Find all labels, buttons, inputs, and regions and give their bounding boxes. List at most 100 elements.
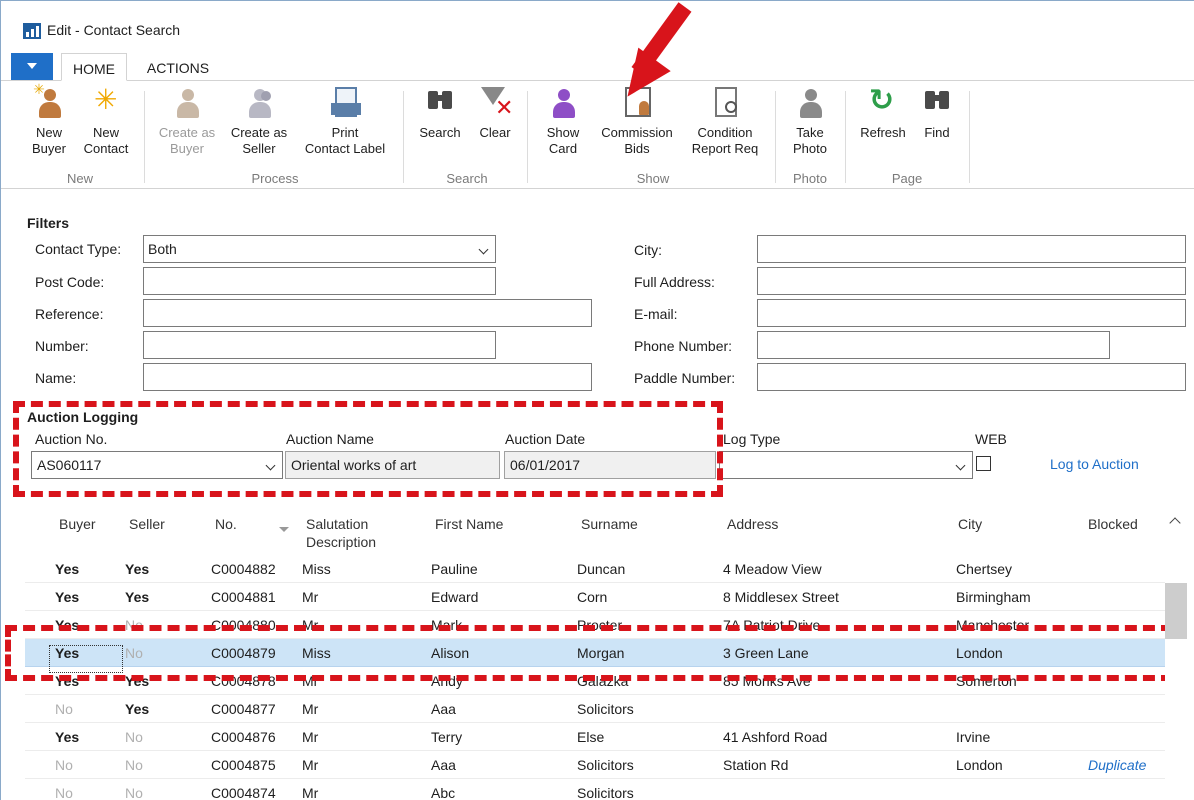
create-as-buyer-button[interactable]: Create as Buyer — [155, 81, 219, 157]
col-header-salutation[interactable]: Salutation Description — [306, 515, 376, 551]
name-input[interactable] — [143, 363, 592, 391]
group-separator — [144, 91, 145, 183]
cell-surname: Duncan — [577, 561, 626, 577]
col-header-buyer[interactable]: Buyer — [59, 515, 96, 533]
cell-buyer: No — [55, 757, 73, 773]
table-row[interactable]: No Yes C0004877 Mr Aaa Solicitors — [25, 695, 1165, 723]
post-code-label: Post Code: — [35, 274, 105, 290]
photo-person-icon — [800, 89, 822, 119]
create-as-seller-label: Create as Seller — [230, 125, 288, 156]
email-input[interactable] — [757, 299, 1186, 327]
city-input[interactable] — [757, 235, 1186, 263]
new-buyer-button[interactable]: ✳ New Buyer — [27, 81, 71, 157]
post-code-input[interactable] — [143, 267, 496, 295]
log-to-auction-link[interactable]: Log to Auction — [1050, 456, 1139, 472]
email-label: E-mail: — [634, 306, 678, 322]
group-label-photo: Photo — [793, 171, 827, 186]
contact-type-select[interactable]: Both — [143, 235, 496, 263]
table-row[interactable]: No No C0004874 Mr Abc Solicitors — [25, 779, 1165, 800]
condition-report-label: Condition Report Req — [691, 125, 759, 156]
col-header-seller[interactable]: Seller — [129, 515, 165, 533]
phone-number-input[interactable] — [757, 331, 1110, 359]
chevron-down-icon — [955, 460, 966, 471]
cell-no: C0004875 — [211, 757, 276, 773]
print-contact-label-button[interactable]: Print Contact Label — [297, 81, 393, 157]
paddle-number-input[interactable] — [757, 363, 1186, 391]
new-contact-button[interactable]: ✳ New Contact — [79, 81, 133, 157]
number-input[interactable] — [143, 331, 496, 359]
table-row[interactable]: Yes No C0004876 Mr Terry Else 41 Ashford Road I… — [25, 723, 1165, 751]
number-label: Number: — [35, 338, 89, 354]
cell-seller: No — [125, 757, 143, 773]
annotation-dashed-box-auction — [13, 401, 723, 497]
clear-filter-button[interactable]: ✕ Clear — [473, 81, 517, 141]
group-label-page: Page — [891, 171, 923, 186]
tab-actions[interactable]: ACTIONS — [133, 53, 223, 81]
cell-buyer: Yes — [55, 561, 80, 577]
cell-first-name: Pauline — [431, 561, 478, 577]
create-as-buyer-label: Create as Buyer — [158, 125, 216, 156]
condition-report-button[interactable]: Condition Report Req — [685, 81, 765, 157]
log-type-select[interactable] — [719, 451, 973, 479]
table-row[interactable]: Yes Yes C0004882 Miss Pauline Duncan 4 Meadow … — [25, 555, 1165, 583]
cell-no: C0004874 — [211, 785, 276, 800]
cell-buyer: No — [55, 785, 73, 800]
contact-type-label: Contact Type: — [35, 241, 122, 257]
cell-salutation: Mr — [302, 701, 319, 717]
scroll-up-icon[interactable] — [1169, 517, 1181, 529]
cell-seller: No — [125, 785, 143, 800]
col-header-blocked[interactable]: Blocked — [1088, 515, 1138, 533]
col-header-address[interactable]: Address — [727, 515, 778, 533]
cell-no: C0004876 — [211, 729, 276, 745]
contact-type-value: Both — [148, 241, 177, 257]
cell-seller: No — [125, 729, 143, 745]
print-contact-label-label: Print Contact Label — [304, 125, 386, 156]
commission-bids-label: Commission Bids — [601, 125, 673, 156]
reference-label: Reference: — [35, 306, 104, 322]
col-header-surname[interactable]: Surname — [581, 515, 638, 533]
create-as-seller-button[interactable]: Create as Seller — [225, 81, 293, 157]
group-label-search: Search — [446, 171, 488, 186]
tab-home[interactable]: HOME — [61, 53, 127, 81]
take-photo-label: Take Photo — [793, 125, 827, 156]
group-separator — [775, 91, 776, 183]
phone-number-label: Phone Number: — [634, 338, 733, 354]
cell-salutation: Mr — [302, 729, 319, 745]
refresh-button[interactable]: ↻ Refresh — [855, 81, 911, 141]
show-card-button[interactable]: Show Card — [539, 81, 587, 157]
cell-no: C0004881 — [211, 589, 276, 605]
title-bar: Edit - Contact Search — [1, 1, 1194, 49]
col-header-city[interactable]: City — [958, 515, 982, 533]
app-menu-dropdown[interactable] — [11, 53, 53, 80]
group-label-show: Show — [636, 171, 670, 186]
cell-buyer: No — [55, 701, 73, 717]
find-button[interactable]: Find — [917, 81, 957, 141]
take-photo-button[interactable]: Take Photo — [783, 81, 837, 157]
buyer-person-icon — [177, 89, 199, 119]
col-header-no[interactable]: No. — [215, 515, 237, 533]
cell-blocked[interactable]: Duplicate — [1088, 757, 1146, 773]
ribbon: ✳ New Buyer ✳ New Contact New Create as … — [1, 81, 1194, 189]
scroll-thumb[interactable] — [1165, 583, 1187, 639]
ribbon-tab-bar: HOME ACTIONS — [1, 53, 1194, 81]
dropdown-caret-icon — [27, 63, 37, 69]
col-header-first-name[interactable]: First Name — [435, 515, 503, 533]
table-row[interactable]: No No C0004875 Mr Aaa Solicitors Station Rd Lon… — [25, 751, 1165, 779]
city-label: City: — [634, 242, 662, 258]
show-card-label: Show Card — [546, 125, 580, 156]
reference-input[interactable] — [143, 299, 592, 327]
app-chart-icon — [23, 23, 41, 39]
search-button[interactable]: Search — [415, 81, 465, 141]
annotation-dashed-box-row — [5, 625, 1173, 681]
cell-seller: Yes — [125, 589, 150, 605]
cell-salutation: Mr — [302, 589, 319, 605]
cell-city: Irvine — [956, 729, 991, 745]
cell-surname: Corn — [577, 589, 608, 605]
table-row[interactable]: Yes Yes C0004881 Mr Edward Corn 8 Middlesex St… — [25, 583, 1165, 611]
web-checkbox[interactable] — [976, 456, 991, 471]
grid-scrollbar[interactable] — [1165, 505, 1187, 800]
full-address-input[interactable] — [757, 267, 1186, 295]
cell-salutation: Mr — [302, 785, 319, 800]
cell-first-name: Aaa — [431, 701, 456, 717]
chevron-down-icon — [478, 244, 489, 255]
